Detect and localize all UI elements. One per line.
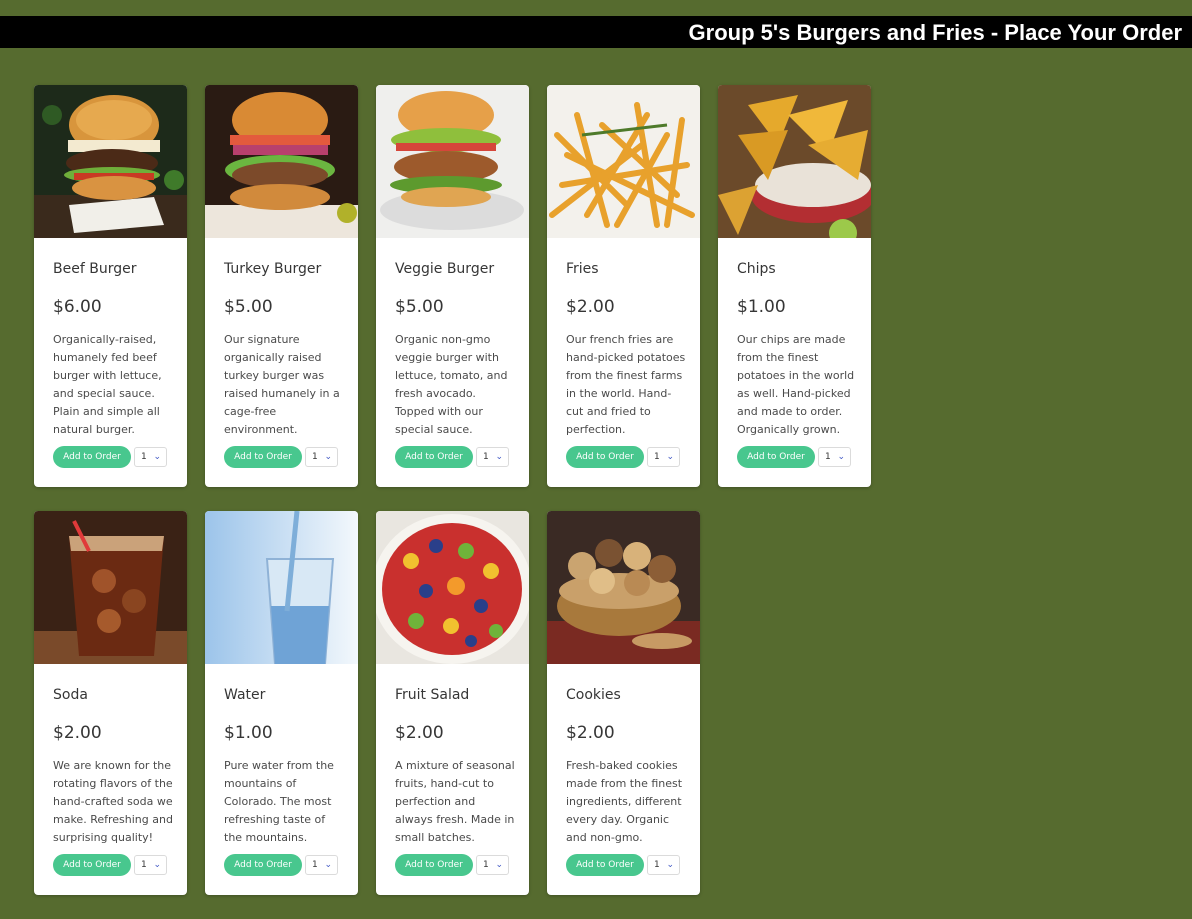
item-price: $1.00 (737, 297, 786, 317)
item-description: A mixture of seasonal fruits, hand-cut t… (395, 759, 515, 844)
quantity-select[interactable]: 1 ⌄ (818, 447, 851, 467)
quantity-value: 1 (141, 860, 147, 870)
menu-card-cookies: Cookies $2.00 Fresh-baked cookies made f… (547, 511, 700, 895)
quantity-select[interactable]: 1 ⌄ (647, 447, 680, 467)
item-price: $2.00 (395, 723, 444, 743)
item-name: Soda (53, 687, 88, 703)
page-header: Group 5's Burgers and Fries - Place Your… (0, 16, 1192, 48)
soda-image (34, 511, 187, 664)
item-price: $5.00 (395, 297, 444, 317)
menu-card-chips: Chips $1.00 Our chips are made from the … (718, 85, 871, 487)
item-description: Our signature organically raised turkey … (224, 333, 340, 436)
add-to-order-button[interactable]: Add to Order (737, 446, 815, 468)
page-title: Group 5's Burgers and Fries - Place Your… (688, 20, 1182, 45)
item-name: Cookies (566, 687, 621, 703)
item-description: Our chips are made from the finest potat… (737, 333, 855, 436)
chevron-down-icon: ⌄ (153, 860, 161, 870)
item-price: $6.00 (53, 297, 102, 317)
chevron-down-icon: ⌄ (495, 452, 503, 462)
quantity-select[interactable]: 1 ⌄ (305, 855, 338, 875)
item-name: Turkey Burger (224, 261, 322, 277)
chevron-down-icon: ⌄ (666, 860, 674, 870)
item-name: Fries (566, 261, 599, 277)
menu-card-veggie-burger: Veggie Burger $5.00 Organic non-gmo vegg… (376, 85, 529, 487)
item-price: $2.00 (566, 723, 615, 743)
item-description: Organic non-gmo veggie burger with lettu… (395, 333, 508, 436)
item-price: $5.00 (224, 297, 273, 317)
item-description: Our french fries are hand-picked potatoe… (566, 333, 686, 436)
fries-image (547, 85, 700, 238)
item-description: Fresh-baked cookies made from the finest… (566, 759, 683, 844)
chevron-down-icon: ⌄ (666, 452, 674, 462)
quantity-select[interactable]: 1 ⌄ (134, 447, 167, 467)
quantity-value: 1 (312, 860, 318, 870)
add-to-order-button[interactable]: Add to Order (395, 854, 473, 876)
item-description: Pure water from the mountains of Colorad… (224, 759, 334, 844)
item-description: Organically-raised, humanely fed beef bu… (53, 333, 162, 436)
quantity-select[interactable]: 1 ⌄ (476, 855, 509, 875)
turkey-burger-image (205, 85, 358, 238)
chevron-down-icon: ⌄ (837, 452, 845, 462)
veggie-burger-image (376, 85, 529, 238)
water-image (205, 511, 358, 664)
item-price: $2.00 (566, 297, 615, 317)
beef-burger-image (34, 85, 187, 238)
quantity-value: 1 (825, 452, 831, 462)
menu-card-soda: Soda $2.00 We are known for the rotating… (34, 511, 187, 895)
quantity-value: 1 (483, 452, 489, 462)
item-description: We are known for the rotating flavors of… (53, 759, 173, 844)
item-price: $1.00 (224, 723, 273, 743)
chevron-down-icon: ⌄ (324, 452, 332, 462)
item-name: Veggie Burger (395, 261, 495, 277)
chevron-down-icon: ⌄ (495, 860, 503, 870)
chevron-down-icon: ⌄ (153, 452, 161, 462)
add-to-order-button[interactable]: Add to Order (566, 854, 644, 876)
cookies-image (547, 511, 700, 664)
chips-image (718, 85, 871, 238)
fruit-salad-image (376, 511, 529, 664)
quantity-value: 1 (312, 452, 318, 462)
item-name: Water (224, 687, 266, 703)
add-to-order-button[interactable]: Add to Order (566, 446, 644, 468)
menu-card-water: Water $1.00 Pure water from the mountain… (205, 511, 358, 895)
add-to-order-button[interactable]: Add to Order (53, 854, 131, 876)
menu-card-fries: Fries $2.00 Our french fries are hand-pi… (547, 85, 700, 487)
chevron-down-icon: ⌄ (324, 860, 332, 870)
quantity-value: 1 (654, 452, 660, 462)
quantity-select[interactable]: 1 ⌄ (476, 447, 509, 467)
menu-card-turkey-burger: Turkey Burger $5.00 Our signature organi… (205, 85, 358, 487)
item-price: $2.00 (53, 723, 102, 743)
quantity-value: 1 (483, 860, 489, 870)
quantity-select[interactable]: 1 ⌄ (134, 855, 167, 875)
item-name: Fruit Salad (395, 687, 470, 703)
quantity-select[interactable]: 1 ⌄ (647, 855, 680, 875)
quantity-select[interactable]: 1 ⌄ (305, 447, 338, 467)
add-to-order-button[interactable]: Add to Order (53, 446, 131, 468)
add-to-order-button[interactable]: Add to Order (224, 854, 302, 876)
add-to-order-button[interactable]: Add to Order (395, 446, 473, 468)
menu-card-fruit-salad: Fruit Salad $2.00 A mixture of seasonal … (376, 511, 529, 895)
quantity-value: 1 (654, 860, 660, 870)
menu-card-beef-burger: Beef Burger $6.00 Organically-raised, hu… (34, 85, 187, 487)
quantity-value: 1 (141, 452, 147, 462)
add-to-order-button[interactable]: Add to Order (224, 446, 302, 468)
item-name: Chips (737, 261, 776, 277)
item-name: Beef Burger (53, 261, 137, 277)
